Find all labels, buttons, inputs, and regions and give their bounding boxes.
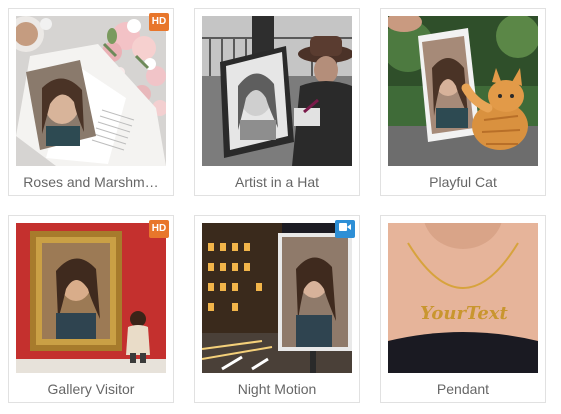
template-thumbnail[interactable]	[202, 16, 352, 166]
template-caption[interactable]: Gallery Visitor	[13, 376, 169, 402]
template-card-gallery-visitor[interactable]: HD Gallery Visitor	[8, 215, 174, 403]
template-gallery: HD Roses and Marshm… Artist in a Hat Pla…	[0, 0, 561, 414]
template-card-night-motion[interactable]: Night Motion	[194, 215, 360, 403]
template-thumbnail[interactable]	[16, 16, 166, 166]
roses-book-image	[16, 16, 166, 166]
template-caption[interactable]: Night Motion	[199, 376, 355, 402]
template-caption[interactable]: Artist in a Hat	[199, 169, 355, 195]
playful-cat-image	[388, 16, 538, 166]
hd-badge: HD	[149, 13, 169, 31]
video-camera-icon	[339, 223, 351, 232]
template-thumbnail[interactable]: YourText	[388, 223, 538, 373]
night-motion-image	[202, 223, 352, 373]
template-caption[interactable]: Roses and Marshm…	[13, 169, 169, 195]
video-badge	[335, 220, 355, 238]
template-card-roses-and-marshmallows[interactable]: HD Roses and Marshm…	[8, 8, 174, 196]
template-caption[interactable]: Playful Cat	[385, 169, 541, 195]
template-thumbnail[interactable]	[388, 16, 538, 166]
template-caption[interactable]: Pendant	[385, 376, 541, 402]
template-thumbnail[interactable]	[16, 223, 166, 373]
template-thumbnail[interactable]	[202, 223, 352, 373]
pendant-necklace-image: YourText	[388, 223, 538, 373]
artist-easel-image	[202, 16, 352, 166]
template-card-pendant[interactable]: YourText Pendant	[380, 215, 546, 403]
template-card-artist-in-a-hat[interactable]: Artist in a Hat	[194, 8, 360, 196]
hd-badge: HD	[149, 220, 169, 238]
gallery-visitor-image	[16, 223, 166, 373]
template-card-playful-cat[interactable]: Playful Cat	[380, 8, 546, 196]
pendant-text: YourText	[420, 303, 508, 324]
